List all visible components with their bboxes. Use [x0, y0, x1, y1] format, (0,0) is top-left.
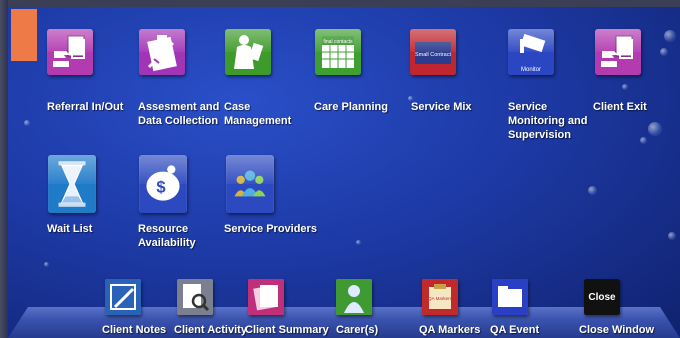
qa-markers-label: QA Markers	[419, 324, 481, 336]
tile-label: Service Monitoring and Supervision	[508, 101, 588, 141]
notes-pencil-icon[interactable]	[105, 279, 141, 315]
piggy-bank-icon[interactable]: $	[139, 155, 187, 213]
bubble-decoration	[356, 240, 361, 245]
tile-label: Assesment and Data Collection	[138, 101, 220, 127]
tile-label: Care Planning	[314, 101, 388, 113]
clipboard-pen-icon[interactable]	[139, 29, 185, 75]
hourglass-icon[interactable]	[48, 155, 96, 213]
svg-text:QA Markers: QA Markers	[428, 296, 453, 301]
bubble-decoration	[668, 232, 676, 240]
qa-event-folder-icon[interactable]	[492, 279, 528, 315]
window-top-frame	[0, 0, 680, 7]
client-summary-label: Client Summary	[245, 324, 329, 336]
person-document-icon[interactable]	[225, 29, 271, 75]
bubble-decoration	[588, 186, 597, 195]
qa-markers-icon[interactable]: QA Markers	[422, 279, 458, 315]
svg-text:Small Contract: Small Contract	[415, 52, 452, 58]
orange-corner-badge	[11, 9, 37, 61]
tile-label: Client Exit	[593, 101, 647, 113]
tile-label: Case Management	[224, 101, 292, 127]
bubble-decoration	[640, 137, 647, 144]
carers-label: Carer(s)	[336, 324, 379, 336]
client-notes-label: Client Notes	[102, 324, 167, 336]
bubble-decoration	[24, 120, 30, 126]
magnifier-document-icon[interactable]	[177, 279, 213, 315]
referral-hand-icon[interactable]	[47, 29, 93, 75]
people-group-icon[interactable]	[226, 155, 274, 213]
svg-text:final contacts: final contacts	[323, 39, 353, 45]
client-activity-label: Client Activity	[174, 324, 247, 336]
tile-label: Service Providers	[224, 223, 317, 235]
tile-label: Wait List	[47, 223, 93, 235]
small-contract-icon[interactable]: Small Contract	[410, 29, 456, 75]
exit-hand-icon[interactable]	[595, 29, 641, 75]
summary-pages-icon[interactable]	[248, 279, 284, 315]
svg-text:$: $	[156, 177, 165, 196]
carer-person-icon[interactable]	[336, 279, 372, 315]
close-window-label: Close Window	[579, 324, 655, 336]
tile-label: Service Mix	[411, 101, 472, 113]
svg-text:Monitor: Monitor	[521, 67, 541, 73]
svg-text:Close: Close	[588, 292, 616, 303]
camera-monitor-icon[interactable]: Monitor	[508, 29, 554, 75]
bubble-decoration	[664, 30, 676, 42]
tile-label: Resource Availability	[138, 223, 196, 249]
bubble-decoration	[44, 262, 49, 267]
bubble-decoration	[660, 48, 668, 56]
calendar-icon[interactable]: final contacts	[315, 29, 361, 75]
tile-label: Referral In/Out	[47, 101, 124, 113]
bubble-decoration	[648, 122, 662, 136]
close-icon[interactable]: Close	[584, 279, 620, 315]
window-left-frame	[0, 0, 8, 338]
bubble-decoration	[622, 84, 628, 90]
qa-event-label: QA Event	[490, 324, 540, 336]
